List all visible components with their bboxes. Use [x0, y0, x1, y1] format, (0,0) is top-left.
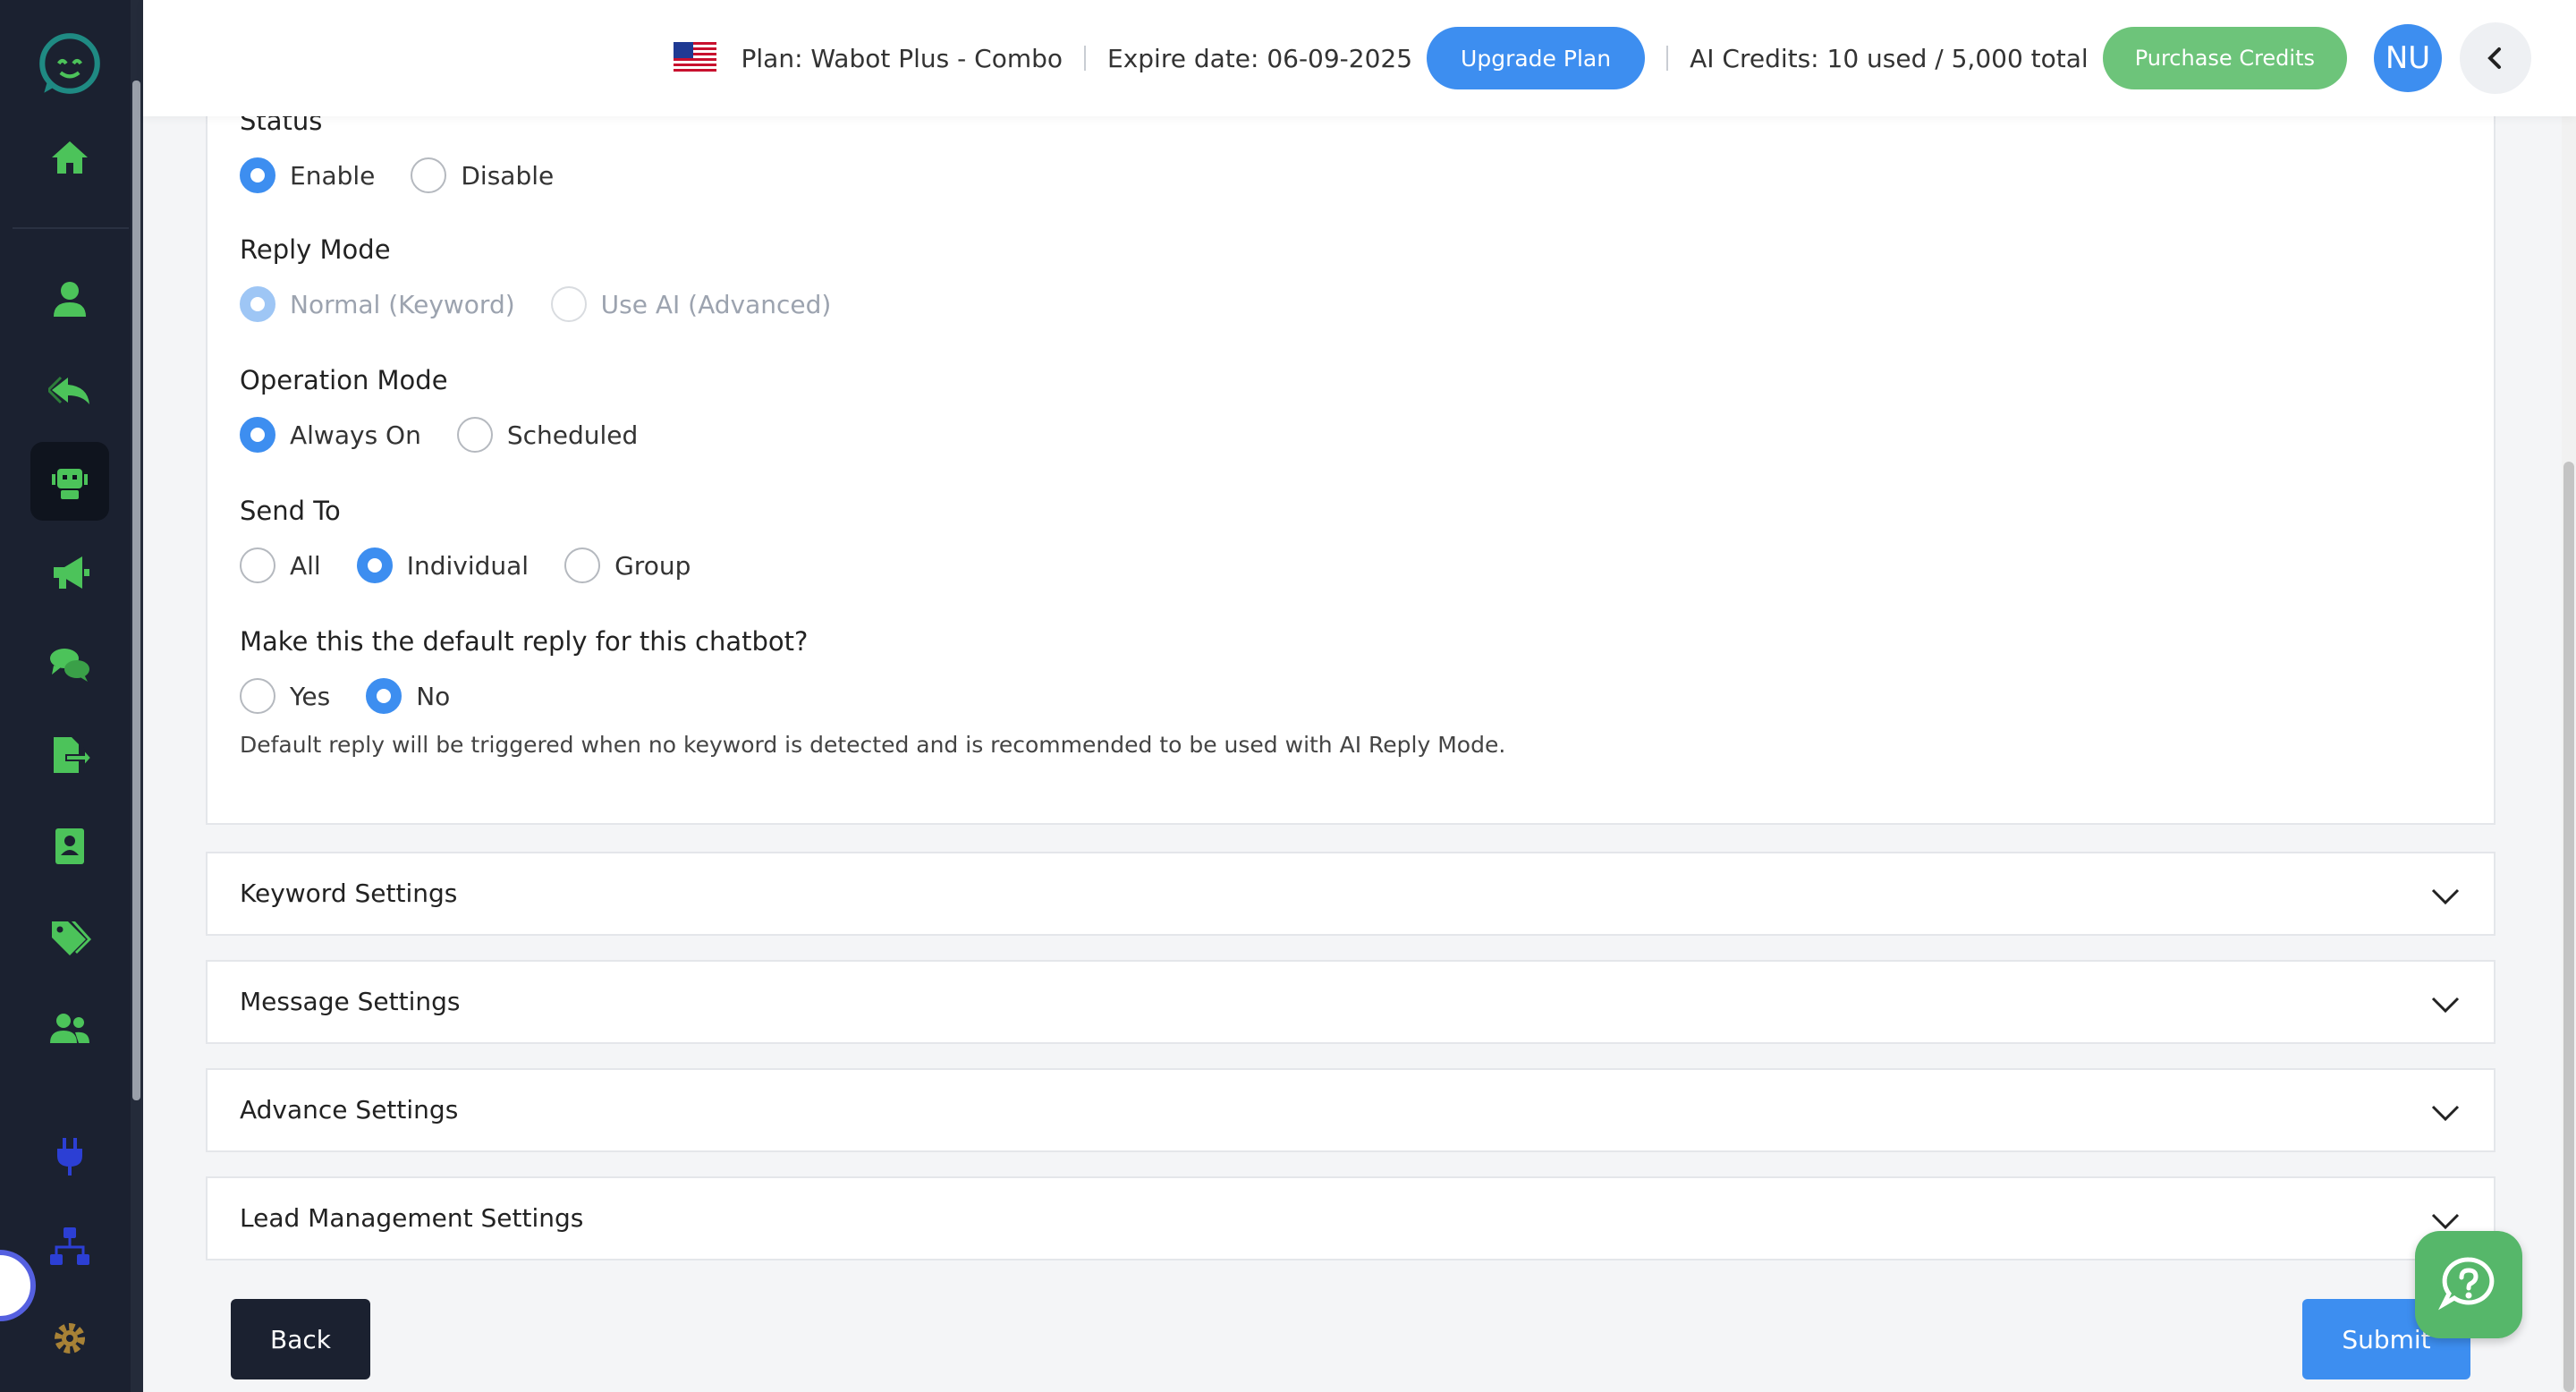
- chat-icon: [50, 649, 89, 682]
- chevron-down-icon: [2431, 888, 2460, 905]
- ai-credits-text: AI Credits: 10 used / 5,000 total: [1690, 43, 2089, 73]
- send-to-group-radio[interactable]: [564, 547, 601, 583]
- megaphone-icon: [54, 556, 89, 589]
- reply-mode-ai-radio: [550, 286, 587, 322]
- address-book-icon: [55, 828, 84, 864]
- logo-icon[interactable]: [33, 27, 106, 100]
- default-reply-yes-radio[interactable]: [240, 678, 275, 714]
- sidebar-item-export[interactable]: [30, 716, 109, 794]
- reply-all-icon: [48, 376, 89, 404]
- accordion-message-settings[interactable]: Message Settings: [206, 960, 2496, 1044]
- accordion-title: Lead Management Settings: [240, 1203, 584, 1233]
- home-icon: [52, 141, 88, 174]
- default-reply-yes-label[interactable]: Yes: [290, 682, 330, 711]
- top-header: Plan: Wabot Plus - Combo Expire date: 06…: [143, 0, 2576, 116]
- user-icon: [54, 282, 86, 317]
- default-reply-help-text: Default reply will be triggered when no …: [240, 732, 1506, 758]
- sidebar-item-campaigns[interactable]: [30, 533, 109, 612]
- operation-scheduled-label[interactable]: Scheduled: [507, 420, 638, 450]
- sidebar-item-settings[interactable]: [30, 1299, 109, 1378]
- sidebar-item-contacts[interactable]: [30, 259, 109, 338]
- file-export-icon: [54, 737, 91, 773]
- operation-always-on-label[interactable]: Always On: [290, 420, 421, 450]
- accordion-keyword-settings[interactable]: Keyword Settings: [206, 852, 2496, 936]
- operation-always-on-radio[interactable]: [240, 417, 275, 453]
- reply-settings-card: Status Enable Disable Reply Mode Normal …: [206, 72, 2496, 825]
- tags-icon: [52, 921, 91, 955]
- expire-date-text: Expire date: 06-09-2025: [1107, 43, 1413, 73]
- reply-mode-normal-label: Normal (Keyword): [290, 289, 515, 319]
- form-footer: [206, 1285, 2496, 1392]
- sidebar-item-replies[interactable]: [30, 351, 109, 429]
- sidebar-item-home[interactable]: [30, 118, 109, 197]
- chevron-down-icon: [2431, 1105, 2460, 1122]
- sidebar-item-integrations[interactable]: [30, 1116, 109, 1195]
- plan-text: Plan: Wabot Plus - Combo: [741, 43, 1063, 73]
- send-to-individual-label[interactable]: Individual: [407, 551, 529, 581]
- robot-icon: [52, 469, 88, 499]
- send-to-all-label[interactable]: All: [290, 551, 321, 581]
- sidebar-item-team[interactable]: [30, 989, 109, 1068]
- reply-mode-ai-label: Use AI (Advanced): [600, 289, 832, 319]
- accordion-lead-management-settings[interactable]: Lead Management Settings: [206, 1176, 2496, 1260]
- us-flag-icon[interactable]: [673, 42, 716, 74]
- accordion-title: Advance Settings: [240, 1095, 459, 1125]
- header-separator: [1666, 46, 1669, 71]
- sitemap-icon: [50, 1227, 89, 1265]
- header-separator: [1084, 46, 1087, 71]
- gear-icon: [55, 1323, 85, 1354]
- upgrade-plan-button[interactable]: Upgrade Plan: [1427, 27, 1646, 89]
- sidebar-item-tags[interactable]: [30, 898, 109, 977]
- operation-mode-label: Operation Mode: [240, 365, 448, 395]
- send-to-label: Send To: [240, 496, 341, 526]
- status-disable-radio[interactable]: [411, 157, 447, 193]
- sidebar-item-chats[interactable]: [30, 624, 109, 703]
- send-to-individual-radio[interactable]: [356, 547, 393, 583]
- default-reply-radio-group: Yes No: [240, 676, 486, 716]
- send-to-group-label[interactable]: Group: [614, 551, 691, 581]
- accordion-advance-settings[interactable]: Advance Settings: [206, 1068, 2496, 1152]
- accordion-title: Keyword Settings: [240, 878, 458, 908]
- operation-scheduled-radio[interactable]: [456, 417, 493, 453]
- accordion-title: Message Settings: [240, 987, 461, 1016]
- sidebar-item-address-book[interactable]: [30, 807, 109, 886]
- chevron-left-icon: [2487, 47, 2501, 69]
- reply-mode-radio-group: Normal (Keyword) Use AI (Advanced): [240, 284, 867, 324]
- status-enable-label[interactable]: Enable: [290, 161, 375, 191]
- status-radio-group: Enable Disable: [240, 156, 589, 195]
- operation-mode-radio-group: Always On Scheduled: [240, 415, 674, 454]
- chevron-down-icon: [2431, 997, 2460, 1014]
- sidebar-divider: [13, 227, 129, 229]
- status-disable-label[interactable]: Disable: [461, 161, 554, 191]
- back-button[interactable]: Back: [231, 1299, 370, 1379]
- default-reply-no-radio[interactable]: [366, 678, 402, 714]
- page-scroll-thumb[interactable]: [2563, 462, 2574, 1392]
- default-reply-label: Make this the default reply for this cha…: [240, 626, 809, 657]
- sidebar-scroll-thumb[interactable]: [132, 81, 140, 1100]
- collapse-sidebar-button[interactable]: [2460, 22, 2531, 94]
- sidebar-item-flow[interactable]: [30, 1208, 109, 1286]
- send-to-radio-group: All Individual Group: [240, 546, 726, 585]
- purchase-credits-button[interactable]: Purchase Credits: [2102, 27, 2347, 89]
- status-enable-radio[interactable]: [240, 157, 275, 193]
- reply-mode-normal-radio: [240, 286, 275, 322]
- users-icon: [50, 1014, 89, 1043]
- help-bubble-icon: [2438, 1257, 2495, 1311]
- plug-icon: [57, 1138, 82, 1176]
- help-chat-button[interactable]: [2415, 1231, 2522, 1338]
- avatar[interactable]: NU: [2374, 24, 2442, 92]
- sidebar-item-chatbot[interactable]: [30, 442, 109, 521]
- reply-mode-label: Reply Mode: [240, 234, 391, 265]
- send-to-all-radio[interactable]: [240, 547, 275, 583]
- default-reply-no-label[interactable]: No: [416, 682, 450, 711]
